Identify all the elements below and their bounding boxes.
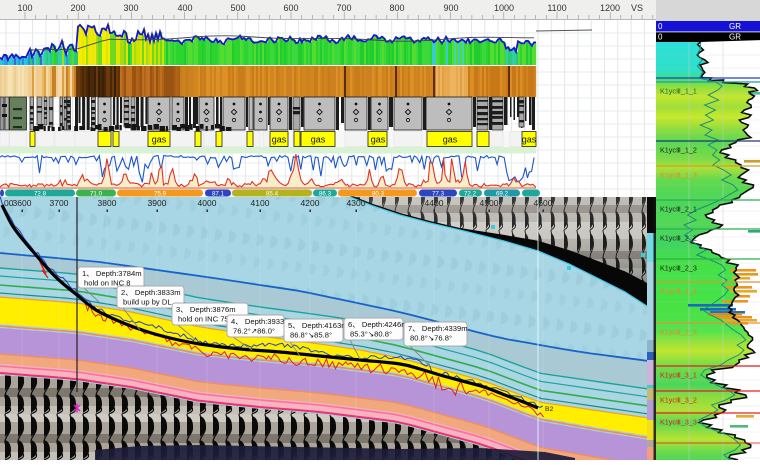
svg-text:3900: 3900 bbox=[148, 198, 167, 208]
svg-text:gas: gas bbox=[311, 135, 326, 145]
svg-text:K1ycⅢ_1_3: K1ycⅢ_1_3 bbox=[660, 171, 697, 180]
svg-text:77.3: 77.3 bbox=[432, 191, 445, 198]
svg-text:85.4: 85.4 bbox=[266, 191, 279, 198]
svg-text:4000: 4000 bbox=[198, 198, 217, 208]
svg-text:3700: 3700 bbox=[50, 198, 69, 208]
svg-text:76.2°↗86.0°: 76.2°↗86.0° bbox=[233, 327, 275, 336]
svg-text:4100: 4100 bbox=[251, 198, 270, 208]
svg-text:800: 800 bbox=[389, 3, 404, 13]
svg-text:1200: 1200 bbox=[600, 3, 620, 13]
svg-text:100: 100 bbox=[17, 3, 32, 13]
svg-text:GR: GR bbox=[729, 33, 741, 42]
svg-text:K1ycⅢ_1_1: K1ycⅢ_1_1 bbox=[660, 87, 697, 96]
svg-text:1100: 1100 bbox=[547, 3, 566, 13]
svg-text:600: 600 bbox=[283, 3, 298, 13]
svg-text:75.9: 75.9 bbox=[154, 191, 167, 198]
svg-text:69.2: 69.2 bbox=[496, 191, 509, 198]
svg-text:1、 Depth:3784m: 1、 Depth:3784m bbox=[82, 269, 142, 278]
svg-text:86.8°↘85.8°: 86.8°↘85.8° bbox=[290, 331, 332, 340]
svg-text:300: 300 bbox=[123, 3, 138, 13]
svg-text:K1ycⅢ_2_5: K1ycⅢ_2_5 bbox=[660, 328, 697, 337]
svg-text:2、 Depth:3833m: 2、 Depth:3833m bbox=[121, 288, 181, 297]
svg-text:gas: gas bbox=[443, 135, 458, 145]
svg-text:K1ycⅢ_2_2: K1ycⅢ_2_2 bbox=[660, 234, 697, 243]
svg-text:7、 Depth:4339m: 7、 Depth:4339m bbox=[408, 324, 468, 333]
svg-text:4400: 4400 bbox=[425, 198, 444, 208]
svg-text:4300: 4300 bbox=[347, 198, 366, 208]
svg-text:3600: 3600 bbox=[13, 198, 32, 208]
svg-text:K1ycⅢ_2_4: K1ycⅢ_2_4 bbox=[660, 287, 697, 296]
svg-text:00: 00 bbox=[4, 198, 14, 208]
svg-text:4500: 4500 bbox=[480, 198, 499, 208]
svg-text:200: 200 bbox=[70, 3, 85, 13]
svg-text:80.8°↘76.8°: 80.8°↘76.8° bbox=[410, 334, 452, 343]
svg-text:86.3: 86.3 bbox=[319, 191, 332, 198]
svg-text:4600: 4600 bbox=[534, 198, 553, 208]
svg-text:500: 500 bbox=[230, 3, 245, 13]
svg-text:B2: B2 bbox=[545, 406, 554, 413]
svg-text:71.0: 71.0 bbox=[90, 191, 103, 198]
svg-text:gas: gas bbox=[522, 135, 537, 145]
svg-text:900: 900 bbox=[443, 3, 458, 13]
svg-text:GR: GR bbox=[729, 22, 741, 31]
svg-text:87.1: 87.1 bbox=[212, 191, 225, 198]
svg-text:85.3°↘80.8°: 85.3°↘80.8° bbox=[350, 330, 392, 339]
svg-text:3、 Depth:3876m: 3、 Depth:3876m bbox=[176, 305, 236, 314]
svg-text:build up by DL: build up by DL bbox=[123, 298, 172, 307]
svg-text:0: 0 bbox=[658, 22, 663, 31]
svg-text:K1ycⅢ_2_1: K1ycⅢ_2_1 bbox=[660, 205, 697, 214]
svg-text:3800: 3800 bbox=[98, 198, 117, 208]
svg-text:gas: gas bbox=[152, 135, 167, 145]
svg-text:K1ycⅢ_2_3: K1ycⅢ_2_3 bbox=[660, 264, 697, 273]
svg-text:700: 700 bbox=[336, 3, 351, 13]
svg-text:K1ycⅢ_3_3: K1ycⅢ_3_3 bbox=[660, 418, 697, 427]
svg-text:72.2: 72.2 bbox=[464, 191, 477, 198]
svg-text:400: 400 bbox=[177, 3, 192, 13]
svg-text:gas: gas bbox=[371, 135, 386, 145]
svg-text:1000: 1000 bbox=[494, 3, 514, 13]
svg-text:K1ycⅢ_1_2: K1ycⅢ_1_2 bbox=[660, 146, 697, 155]
svg-text:72.8: 72.8 bbox=[34, 191, 47, 198]
svg-text:VS: VS bbox=[631, 3, 643, 13]
svg-text:6、 Depth:4246m: 6、 Depth:4246m bbox=[348, 320, 408, 329]
svg-text:5、 Depth:4163m: 5、 Depth:4163m bbox=[288, 321, 348, 330]
svg-text:4200: 4200 bbox=[301, 198, 320, 208]
svg-text:gas: gas bbox=[272, 135, 287, 145]
svg-text:K1ycⅢ_3_1: K1ycⅢ_3_1 bbox=[660, 371, 697, 380]
svg-text:80.3: 80.3 bbox=[372, 191, 385, 198]
svg-text:K1ycⅢ_3_2: K1ycⅢ_3_2 bbox=[660, 396, 697, 405]
svg-text:0: 0 bbox=[658, 33, 663, 42]
svg-text:hold on INC 75°: hold on INC 75° bbox=[178, 315, 232, 324]
svg-text:4、 Depth:3933: 4、 Depth:3933 bbox=[231, 317, 284, 326]
